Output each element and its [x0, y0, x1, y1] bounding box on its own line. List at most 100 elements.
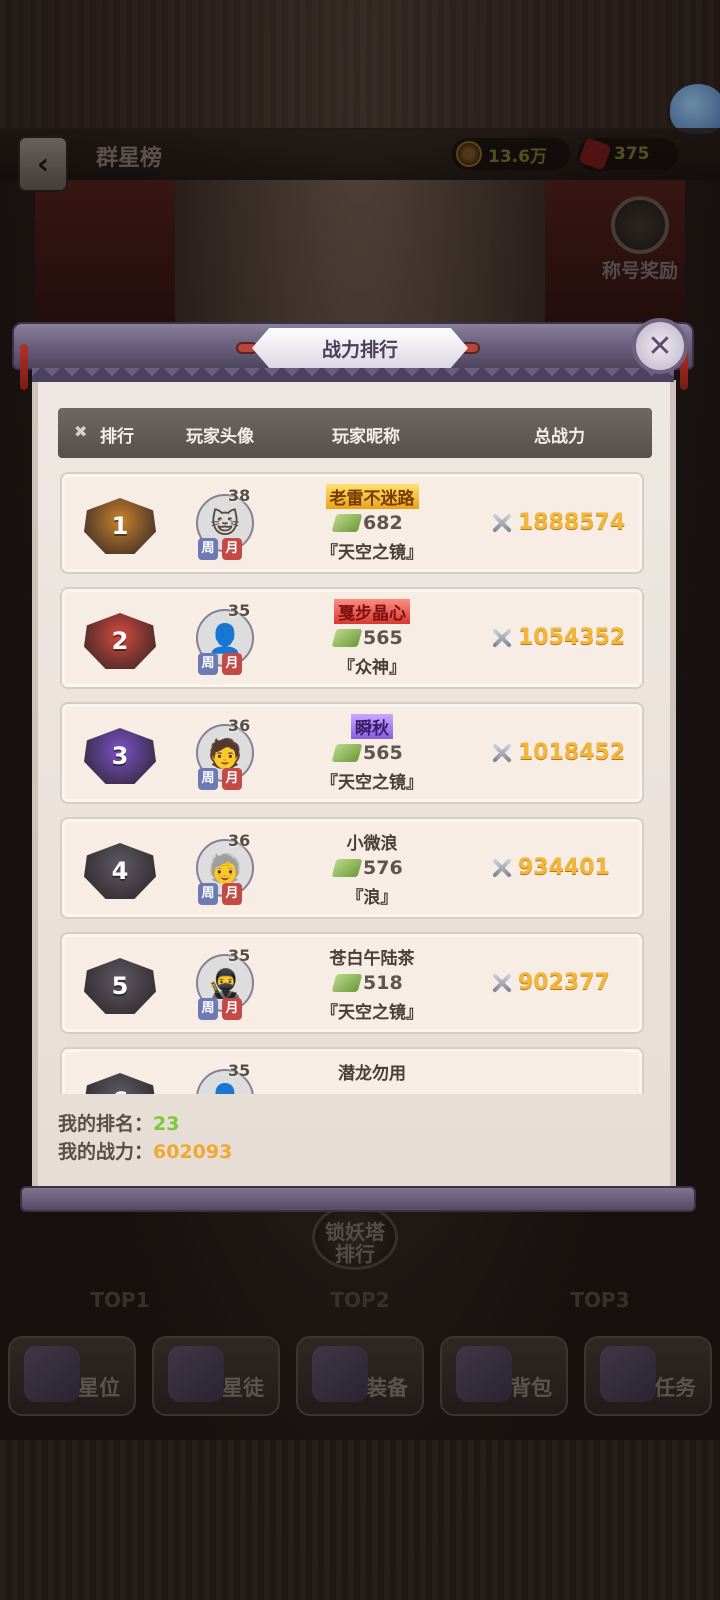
crossed-swords-icon: [490, 741, 514, 765]
monthly-card-badge: 月: [222, 653, 242, 675]
power-value: 1054352: [518, 625, 626, 650]
column-avatar: 玩家头像: [186, 427, 254, 447]
player-avatar-group[interactable]: 🧓 36 周 月: [192, 831, 262, 907]
player-level: 35: [228, 946, 251, 965]
player-title: 『天空之镜』: [321, 1003, 423, 1023]
rank-number: 1: [111, 512, 129, 540]
total-power: 1054352: [490, 625, 625, 650]
monthly-card-badge: 月: [222, 998, 242, 1020]
player-level: 36: [228, 831, 251, 850]
player-avatar-group[interactable]: 😺 38 周 月: [192, 486, 262, 562]
monthly-card-badge: 月: [222, 883, 242, 905]
jade-badge-icon: [331, 514, 363, 532]
power-value: 934401: [518, 855, 610, 880]
nickname-wrap: 小微浪: [292, 829, 452, 854]
nickname-wrap: 潜龙勿用: [292, 1059, 452, 1084]
rank-number: 6: [112, 1087, 129, 1094]
column-total-power: 总战力: [534, 427, 585, 447]
weekly-card-badge: 周: [198, 768, 218, 790]
player-nickname: 瞬秋: [351, 714, 393, 739]
player-vip: 682: [331, 512, 403, 534]
nickname-wrap: 瞬秋: [292, 714, 452, 739]
my-power-label: 我的战力：: [58, 1141, 154, 1163]
rank-number: 4: [111, 857, 129, 885]
total-power: 934401: [490, 855, 610, 880]
power-value: 1888574: [518, 510, 626, 535]
vip-value: 682: [363, 512, 403, 534]
monthly-card-badge: 月: [222, 768, 242, 790]
power-value: 902377: [518, 970, 610, 995]
weekly-card-badge: 周: [198, 998, 218, 1020]
my-power-value: 602093: [153, 1141, 233, 1163]
total-power: 1888574: [490, 510, 625, 535]
column-nickname: 玩家昵称: [332, 427, 400, 447]
player-title: 『天空之镜』: [321, 543, 423, 563]
rank-medal-icon: 6: [84, 1073, 156, 1094]
rank-medal-icon: 3: [84, 728, 156, 784]
power-ranking-modal: 战力排行 ✕ ✖ 排行 玩家头像 玩家昵称 总战力 1 😺 38 周 月 老雷不…: [12, 318, 696, 1212]
scroll-rod-bottom: [20, 1186, 696, 1212]
ranking-list[interactable]: 1 😺 38 周 月 老雷不迷路 682 『天空之镜』 1888574 2 👤 …: [60, 472, 650, 1094]
rank-number: 2: [111, 627, 129, 655]
player-level: 38: [228, 486, 251, 505]
jade-badge-icon: [331, 629, 363, 647]
ranking-row[interactable]: 2 👤 35 周 月 戛步晶心 565 『众神』 1054352: [60, 587, 644, 689]
monthly-card-badge: 月: [222, 538, 242, 560]
rank-medal-icon: 2: [84, 613, 156, 669]
player-nickname: 老雷不迷路: [325, 484, 419, 509]
ranking-row[interactable]: 5 🥷 35 周 月 苍白午陆茶 518 『天空之镜』 902377: [60, 932, 644, 1034]
total-power: 1018452: [490, 740, 625, 765]
my-rank-label: 我的排名：: [58, 1113, 154, 1135]
weekly-card-badge: 周: [198, 538, 218, 560]
player-title: 『众神』: [338, 658, 406, 678]
player-nickname: 苍白午陆茶: [329, 949, 415, 969]
crossed-swords-icon: [490, 971, 514, 995]
weekly-card-badge: 周: [198, 883, 218, 905]
crossed-swords-icon: [490, 856, 514, 880]
player-avatar-group[interactable]: 🧑 36 周 月: [192, 716, 262, 792]
vip-value: 565: [363, 742, 403, 764]
sort-icon[interactable]: ✖: [74, 422, 87, 441]
ranking-row[interactable]: 1 😺 38 周 月 老雷不迷路 682 『天空之镜』 1888574: [60, 472, 644, 574]
vip-value: 565: [363, 627, 403, 649]
player-avatar-group[interactable]: 🥷 35 周 月: [192, 946, 262, 1022]
nickname-wrap: 老雷不迷路: [292, 484, 452, 509]
player-nickname: 潜龙勿用: [338, 1064, 406, 1084]
vip-value: 518: [363, 972, 403, 994]
player-vip: 565: [331, 742, 403, 764]
rank-medal-icon: 5: [84, 958, 156, 1014]
player-title: 『天空之镜』: [321, 773, 423, 793]
column-rank: 排行: [100, 427, 134, 447]
player-level: 35: [228, 1061, 251, 1080]
rank-medal-icon: 1: [84, 498, 156, 554]
player-title: 『浪』: [346, 888, 398, 908]
ranking-row[interactable]: 4 🧓 36 周 月 小微浪 576 『浪』 934401: [60, 817, 644, 919]
player-level: 35: [228, 601, 251, 620]
player-vip: 565: [331, 627, 403, 649]
jade-badge-icon: [331, 859, 363, 877]
close-icon: ✕: [647, 328, 673, 364]
my-rank-value: 23: [153, 1113, 180, 1135]
vip-value: 576: [363, 857, 403, 879]
ranking-row[interactable]: 3 🧑 36 周 月 瞬秋 565 『天空之镜』 1018452: [60, 702, 644, 804]
weekly-card-badge: 周: [198, 653, 218, 675]
player-avatar-group[interactable]: 👤 35 周 月: [192, 601, 262, 677]
jade-badge-icon: [331, 744, 363, 762]
rank-number: 5: [111, 972, 129, 1000]
nickname-wrap: 苍白午陆茶: [292, 944, 452, 969]
scroll-trim: [32, 368, 674, 382]
ranking-row[interactable]: 6 👤 35 潜龙勿用: [60, 1047, 644, 1094]
crossed-swords-icon: [490, 511, 514, 535]
modal-title: 战力排行: [252, 328, 468, 368]
jade-badge-icon: [331, 974, 363, 992]
player-avatar-group[interactable]: 👤 35: [192, 1061, 262, 1094]
total-power: 902377: [490, 970, 610, 995]
table-header: ✖ 排行 玩家头像 玩家昵称 总战力: [58, 408, 652, 458]
player-nickname: 戛步晶心: [334, 599, 410, 624]
crossed-swords-icon: [490, 626, 514, 650]
my-info: 我的排名：23 我的战力：602093: [58, 1110, 232, 1166]
player-vip: 518: [331, 972, 403, 994]
rank-number: 3: [111, 742, 129, 770]
player-level: 36: [228, 716, 251, 735]
close-button[interactable]: ✕: [632, 318, 688, 374]
